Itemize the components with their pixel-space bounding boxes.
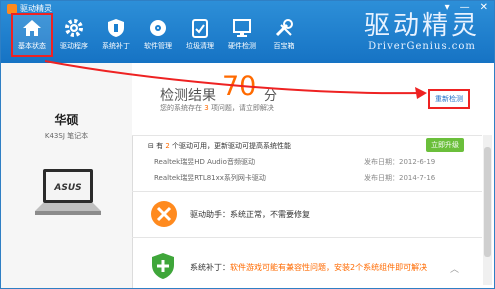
nav-label: 硬件检测 <box>228 42 256 50</box>
patch-status: 系统补丁：软件游戏可能有兼容性问题，安装2个系统组件即可解决 <box>190 262 427 273</box>
nav-label: 基本状态 <box>18 42 46 50</box>
shield-plus-icon <box>152 253 174 279</box>
helper-status: 驱动助手：系统正常，不需要修复 <box>190 209 310 220</box>
driver-item-date: 发布日期：2014-7-16 <box>364 174 436 182</box>
upgrade-now-button[interactable]: 立即升级 <box>426 138 464 152</box>
device-panel: 华硕 K43SJ 笔记本 ASUS <box>1 63 133 288</box>
monitor-icon <box>233 19 251 37</box>
device-model: K43SJ 笔记本 <box>44 132 89 140</box>
result-unit: 分 <box>264 89 278 104</box>
nav-label: 驱动程序 <box>60 42 88 50</box>
close-button[interactable]: ✕ <box>480 2 488 13</box>
driver-item-name: Realtek瑞昱RTL81xx系列网卡驱动 <box>154 174 266 182</box>
tools-icon <box>275 19 293 37</box>
trash-icon <box>192 19 208 38</box>
patch-text: 软件游戏可能有兼容性问题，安装2个系统组件即可解决 <box>230 263 428 272</box>
scrollbar[interactable] <box>483 135 492 285</box>
disc-icon <box>150 20 166 36</box>
nav-item-system-patch[interactable]: 系统补丁 <box>95 13 137 57</box>
wrench-icon <box>151 201 177 227</box>
nav-item-hardware[interactable]: 硬件检测 <box>221 13 263 57</box>
driver-helper-section: 驱动助手：系统正常，不需要修复 <box>132 191 482 238</box>
helper-text: 系统正常，不需要修复 <box>230 210 310 219</box>
driver-section-title: ⊟ 有 2 个驱动可用，更新驱动可提高系统性能 <box>148 141 291 151</box>
laptop-image: ASUS <box>35 169 101 215</box>
gear-icon <box>65 19 83 37</box>
driver-section: ⊟ 有 2 个驱动可用，更新驱动可提高系统性能 立即升级 Realtek瑞昱HD… <box>132 135 482 192</box>
result-label: 检测结果 <box>160 88 216 104</box>
driver-item-date: 发布日期：2012-6-19 <box>364 158 436 166</box>
driver-count: 2 <box>165 142 170 150</box>
result-summary: 您的系统存在 3 项问题，请立即解决 <box>160 103 274 113</box>
helper-label: 驱动助手： <box>190 210 230 219</box>
summary-suffix: 项问题，请立即解决 <box>210 104 274 112</box>
chevron-up-icon[interactable]: ︿ <box>450 262 459 275</box>
redetect-button[interactable]: 重新检测 <box>428 89 470 109</box>
nav-item-software[interactable]: 软件管理 <box>137 13 179 57</box>
nav-item-drivers[interactable]: 驱动程序 <box>53 13 95 57</box>
nav-item-toolbox[interactable]: 百宝箱 <box>263 13 305 57</box>
screen-logo: ASUS <box>53 183 81 193</box>
system-patch-section: 系统补丁：软件游戏可能有兼容性问题，安装2个系统组件即可解决 ︿ <box>132 237 482 288</box>
nav-label: 百宝箱 <box>273 42 295 50</box>
brand-url: DriverGenius.com <box>368 41 476 52</box>
device-brand: 华硕 <box>54 113 79 127</box>
shield-icon <box>108 19 124 37</box>
patch-label: 系统补丁： <box>190 263 230 272</box>
title-bar: 驱动精灵 ▾ — ✕ 基本状态 驱动程序 系统补丁 软件管理 垃圾清理 硬件检测… <box>1 1 494 63</box>
summary-prefix: 您的系统存在 <box>160 104 202 112</box>
nav-item-basic-status[interactable]: 基本状态 <box>11 13 53 57</box>
nav-item-cleanup[interactable]: 垃圾清理 <box>179 13 221 57</box>
home-icon <box>23 20 41 36</box>
main-nav: 基本状态 驱动程序 系统补丁 软件管理 垃圾清理 硬件检测 百宝箱 <box>11 13 305 57</box>
result-score: 70 <box>222 71 257 102</box>
result-header: 检测结果 70 分 您的系统存在 3 项问题，请立即解决 重新检测 <box>132 63 494 135</box>
app-window: 驱动精灵 ▾ — ✕ 基本状态 驱动程序 系统补丁 软件管理 垃圾清理 硬件检测… <box>0 0 495 289</box>
brand-logo: 驱动精灵 DriverGenius.com <box>364 11 480 52</box>
nav-label: 软件管理 <box>144 42 172 50</box>
driver-title-suffix: 个驱动可用，更新驱动可提高系统性能 <box>172 142 292 150</box>
driver-item-name: Realtek瑞昱HD Audio音频驱动 <box>154 158 255 166</box>
driver-title-prefix: 有 <box>156 142 164 150</box>
nav-label: 垃圾清理 <box>186 42 214 50</box>
brand-logo-text: 驱动精灵 <box>363 11 480 41</box>
collapse-icon[interactable]: ⊟ <box>148 142 156 150</box>
app-logo-icon <box>7 3 17 14</box>
issue-count: 3 <box>204 104 209 112</box>
scrollbar-thumb[interactable] <box>484 147 491 257</box>
nav-label: 系统补丁 <box>102 42 130 50</box>
